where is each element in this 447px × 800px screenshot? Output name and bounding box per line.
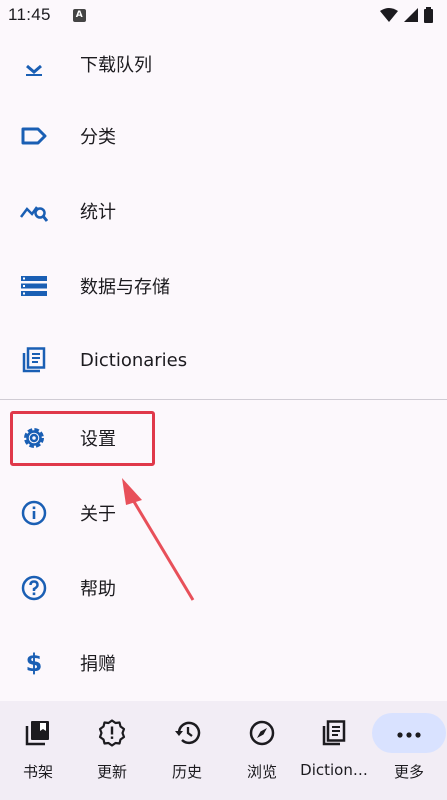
nav-label: 更多	[393, 763, 424, 781]
nav-more[interactable]: 更多	[371, 701, 447, 800]
library-icon	[22, 719, 54, 747]
nav-dictionaries[interactable]: Diction…	[296, 701, 372, 800]
updates-icon	[96, 719, 128, 747]
bottom-navigation: 书架 更新 历史 浏览 Diction… 更多	[0, 701, 447, 800]
nav-label: 历史	[171, 763, 202, 781]
nav-library[interactable]: 书架	[0, 701, 76, 800]
nav-history[interactable]: 历史	[149, 701, 225, 800]
history-icon	[171, 719, 203, 747]
nav-browse[interactable]: 浏览	[224, 701, 300, 800]
nav-label: 书架	[22, 763, 53, 781]
nav-label: 更新	[96, 763, 127, 781]
compass-icon	[246, 719, 278, 747]
nav-updates[interactable]: 更新	[74, 701, 150, 800]
more-icon	[393, 721, 425, 749]
dictionaries-icon	[318, 719, 350, 747]
nav-label: 浏览	[246, 763, 277, 781]
annotation-arrow	[122, 478, 195, 601]
nav-label: Diction…	[300, 761, 368, 779]
